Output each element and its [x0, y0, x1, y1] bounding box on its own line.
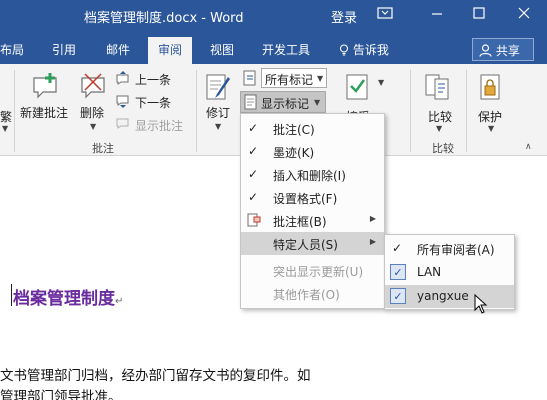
- compare-label: 比较: [428, 110, 453, 124]
- tab-layout[interactable]: 布局: [0, 41, 24, 58]
- show-comments-label: 显示批注: [135, 119, 184, 133]
- track-changes-label: 修订: [206, 106, 231, 120]
- menu-item-insertions-deletions[interactable]: ✓ 插入和删除(I): [241, 163, 384, 186]
- accept-icon: [346, 74, 368, 100]
- partial-left-label: 繁: [0, 110, 13, 124]
- compare-button[interactable]: 比较 ▼: [418, 68, 458, 136]
- check-icon: ✓: [390, 264, 406, 280]
- menu-item-comments[interactable]: ✓ 批注(C): [241, 117, 384, 140]
- show-markup-menu: ✓ 批注(C) ✓ 墨迹(K) ✓ 插入和删除(I) ✓ 设置格式(F) 批注框…: [240, 113, 385, 309]
- lightbulb-icon: [340, 44, 348, 56]
- ribbon-display-icon[interactable]: [372, 4, 398, 28]
- ribbon-separator: [466, 70, 467, 152]
- show-markup-button[interactable]: 显示标记 ▼: [240, 91, 326, 113]
- next-comment-icon: [116, 95, 129, 108]
- check-icon: ✓: [248, 144, 259, 158]
- minimize-icon[interactable]: [424, 4, 450, 28]
- close-icon[interactable]: [511, 4, 537, 28]
- menu-item-all-reviewers[interactable]: ✓ 所有审阅者(A): [385, 237, 514, 260]
- maximize-icon[interactable]: [466, 4, 492, 28]
- menu-item-other-authors: 其他作者(O): [273, 288, 340, 302]
- person-icon: [479, 44, 492, 57]
- compare-group-label: 比较: [432, 142, 454, 155]
- lock-icon: [480, 74, 500, 100]
- tab-mailings[interactable]: 邮件: [106, 41, 130, 58]
- reviewers-submenu: ✓ 所有审阅者(A) ✓ LAN ✓ yangxue: [384, 234, 515, 310]
- login-button[interactable]: 登录: [331, 7, 357, 26]
- markup-select-value: 所有标记: [265, 73, 314, 87]
- submenu-arrow-icon: ▶: [369, 237, 376, 246]
- menu-item-formatting[interactable]: ✓ 设置格式(F): [241, 186, 384, 209]
- show-comments-button[interactable]: 显示批注: [115, 116, 190, 134]
- title-bar: 档案管理制度.docx - Word 登录: [0, 0, 547, 34]
- previous-label: 上一条: [135, 73, 172, 87]
- show-comments-icon: [116, 118, 129, 129]
- submenu-arrow-icon: ▶: [369, 214, 376, 223]
- compare-icon: [425, 74, 449, 100]
- track-changes-button[interactable]: 修订 ▼: [200, 68, 238, 136]
- chevron-down-icon: ▼: [215, 122, 222, 131]
- delete-label: 删除: [80, 106, 105, 120]
- previous-comment-button[interactable]: 上一条: [115, 70, 185, 88]
- delete-comment-icon: [81, 73, 105, 99]
- check-icon: ✓: [248, 190, 259, 204]
- tab-references[interactable]: 引用: [52, 41, 76, 58]
- document-heading: 档案管理制度↵: [13, 289, 124, 309]
- share-button[interactable]: 共享: [472, 38, 534, 61]
- check-icon: ✓: [248, 121, 259, 135]
- document-line-1: 文书管理部门归档，经办部门留存文书的复印件。如: [0, 368, 311, 384]
- chevron-down-icon: ▼: [378, 78, 385, 87]
- menu-item-specific-people[interactable]: 特定人员(S) ▶: [241, 232, 384, 255]
- collapse-ribbon-icon[interactable]: ∧: [525, 142, 532, 152]
- show-markup-label: 显示标记: [261, 97, 310, 111]
- protect-button[interactable]: 保护 ▼: [472, 68, 512, 136]
- window-title: 档案管理制度.docx - Word: [84, 11, 244, 26]
- ribbon-separator: [410, 70, 411, 152]
- share-label: 共享: [495, 44, 520, 58]
- protect-label: 保护: [478, 110, 503, 124]
- ribbon-separator: [14, 70, 15, 152]
- new-comment-icon: [33, 73, 57, 99]
- comments-group-label: 批注: [92, 142, 114, 155]
- delete-comment-button[interactable]: 删除 ▼: [77, 68, 111, 136]
- tell-me-button[interactable]: 告诉我: [339, 41, 389, 58]
- menu-item-ink[interactable]: ✓ 墨迹(K): [241, 140, 384, 163]
- markup-view-icon: [242, 70, 258, 86]
- menu-item-reviewer-yangxue[interactable]: ✓ yangxue: [385, 285, 514, 308]
- tab-view[interactable]: 视图: [210, 41, 234, 58]
- chevron-down-icon: ▼: [317, 74, 324, 83]
- chevron-down-icon: ▼: [488, 124, 495, 133]
- previous-comment-icon: [116, 71, 129, 85]
- document-line-2: 管理部门领导批准。: [0, 389, 122, 400]
- ribbon-separator: [196, 70, 197, 152]
- menu-item-reviewer-lan[interactable]: ✓ LAN: [385, 261, 514, 284]
- ribbon-tabs: 布局 引用 邮件 审阅 视图 开发工具 告诉我 共享: [0, 34, 547, 64]
- chevron-down-icon: ▼: [2, 124, 9, 133]
- new-comment-label: 新建批注: [20, 106, 69, 120]
- tell-me-label: 告诉我: [352, 43, 389, 57]
- tab-review[interactable]: 审阅: [148, 37, 193, 64]
- check-icon: ✓: [392, 241, 403, 255]
- check-icon: ✓: [248, 167, 259, 181]
- check-icon: ✓: [390, 288, 406, 304]
- chevron-down-icon: ▼: [90, 122, 97, 131]
- next-label: 下一条: [135, 96, 172, 110]
- text-cursor: [11, 284, 12, 306]
- tab-developer[interactable]: 开发工具: [262, 41, 310, 58]
- menu-item-balloons[interactable]: 批注框(B) ▶: [241, 209, 384, 232]
- balloons-icon: [247, 213, 261, 227]
- track-changes-icon: [206, 74, 230, 100]
- mouse-pointer-icon: [474, 294, 488, 314]
- chevron-down-icon: ▼: [314, 98, 321, 107]
- menu-item-highlight-updates: 突出显示更新(U): [273, 265, 364, 279]
- markup-select[interactable]: 所有标记 ▼: [261, 68, 327, 88]
- chevron-down-icon: ▼: [436, 124, 443, 133]
- new-comment-button[interactable]: 新建批注: [18, 68, 74, 136]
- show-markup-icon: [244, 94, 257, 110]
- next-comment-button[interactable]: 下一条: [115, 93, 185, 111]
